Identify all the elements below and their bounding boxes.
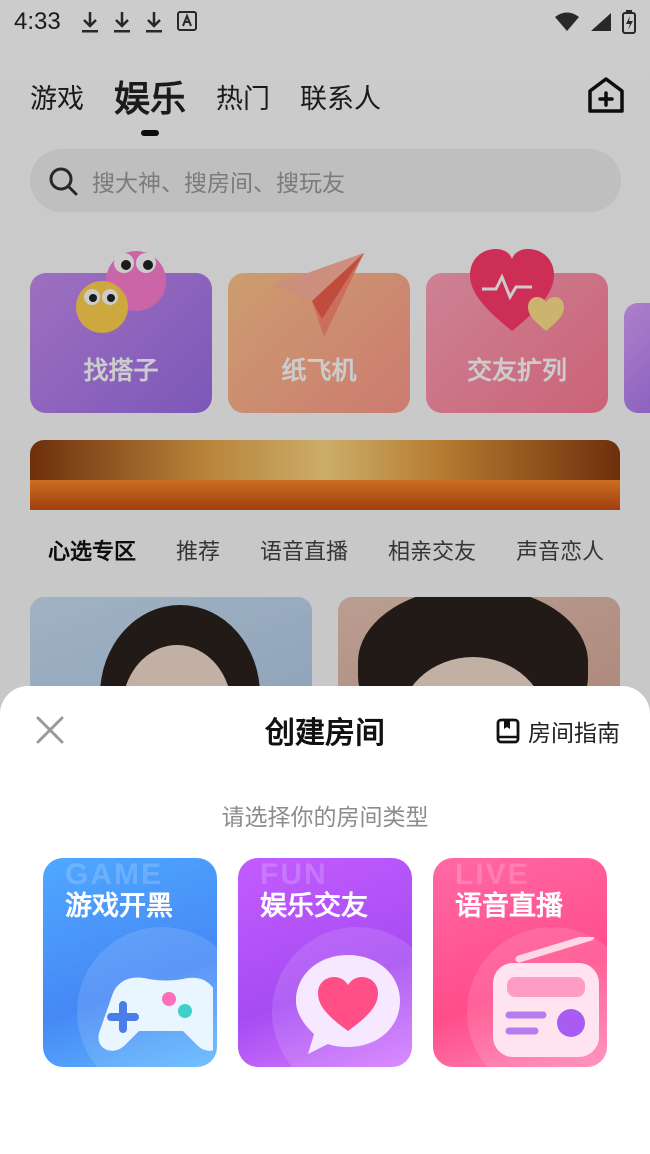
room-type-label: 语音直播 (455, 891, 563, 922)
room-guide-label: 房间指南 (528, 721, 620, 747)
room-guide-link[interactable]: 房间指南 (496, 714, 620, 748)
close-icon[interactable] (34, 714, 66, 746)
gamepad-icon (98, 977, 213, 1051)
radio-icon (493, 937, 599, 1057)
sheet-subtitle: 请选择你的房间类型 (221, 805, 429, 831)
room-type-game[interactable]: GAME 游戏开黑 (43, 858, 217, 1067)
heart-chat-icon (296, 955, 400, 1054)
create-room-sheet: 创建房间 房间指南 请选择你的房间类型 GAME 游戏开黑 FUN 娱乐交友 L… (0, 686, 650, 1154)
room-type-voice-live[interactable]: LIVE 语音直播 (433, 858, 607, 1067)
room-type-label: 游戏开黑 (65, 891, 173, 922)
room-type-entertainment[interactable]: FUN 娱乐交友 (238, 858, 412, 1067)
room-type-options: GAME 游戏开黑 FUN 娱乐交友 LIVE 语音直播 (43, 858, 607, 1067)
book-icon (496, 718, 520, 744)
room-type-label: 娱乐交友 (260, 891, 368, 922)
